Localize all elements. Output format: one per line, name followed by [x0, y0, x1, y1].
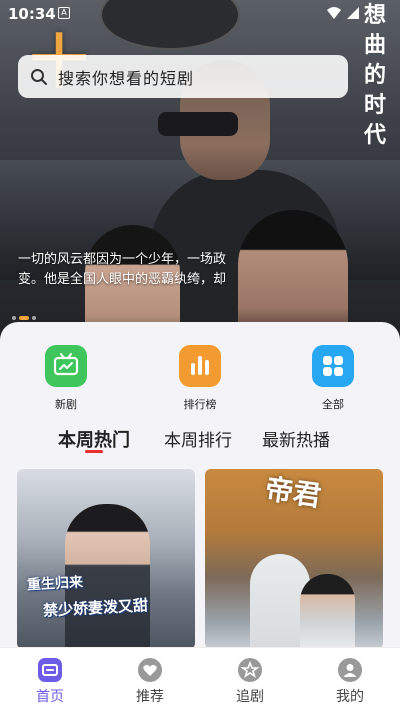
poster-title: 重生归来: [26, 574, 84, 594]
hero-title-char: 的: [363, 62, 386, 88]
nav-label: 我的: [336, 689, 364, 705]
carousel-dot-active: [19, 316, 29, 320]
quick-actions: 新剧 排行榜 全部: [0, 345, 400, 415]
bar-chart-icon: [179, 345, 221, 387]
signal-icon: [347, 7, 359, 19]
hero-description: 一切的风云都因为一个少年，一场政变。他是全国人眼中的恶霸纨绔，却: [18, 252, 227, 287]
tab-weekly-hot[interactable]: 本周热门: [58, 426, 130, 452]
star-icon: [238, 658, 262, 682]
nav-label: 首页: [36, 689, 64, 705]
drama-card[interactable]: 帝君: [205, 469, 383, 649]
search-bar[interactable]: 搜索你想看的短剧: [18, 55, 348, 98]
quick-action-new[interactable]: 新剧: [31, 345, 101, 412]
bottom-navigation: 首页 推荐 追剧 我的: [0, 647, 400, 711]
status-time: 10:34: [8, 5, 56, 23]
carousel-dot: [32, 316, 36, 320]
tab-weekly-ranking[interactable]: 本周排行: [164, 426, 232, 451]
quick-action-label: 全部: [322, 398, 344, 411]
poster-figure: [300, 574, 355, 649]
poster-title: 帝君: [263, 472, 324, 513]
drama-card[interactable]: 重生归来 禁少娇妻泼又甜: [17, 469, 195, 649]
nav-following[interactable]: 追剧: [220, 658, 280, 706]
status-icons: [326, 6, 360, 20]
notification-app-icon: A: [58, 7, 70, 19]
nav-label: 推荐: [136, 689, 164, 705]
search-placeholder: 搜索你想看的短剧: [58, 68, 195, 88]
quick-action-all[interactable]: 全部: [298, 345, 368, 412]
tv-icon: [45, 345, 87, 387]
status-bar: 10:34 A: [0, 0, 400, 28]
nav-home[interactable]: 首页: [20, 658, 80, 706]
section-tabs: 本周热门 本周排行 最新热播: [0, 422, 400, 462]
hero-banner[interactable]: 十 想 曲 的 时 代 一切的风云都因为一个少年，一场政变。他是全国人眼中的恶霸…: [0, 0, 400, 345]
wifi-icon: [327, 7, 341, 19]
grid-icon: [312, 345, 354, 387]
nav-recommend[interactable]: 推荐: [120, 658, 180, 706]
content-panel: 新剧 排行榜 全部 本周热门 本周排行 最新热播 重生归来 禁少娇妻泼又甜 帝君: [0, 322, 400, 649]
home-icon: [38, 658, 62, 682]
hero-title-char: 曲: [363, 32, 386, 58]
quick-action-label: 排行榜: [183, 398, 217, 411]
search-icon: [31, 68, 47, 85]
hero-figure-sunglasses: [158, 112, 238, 136]
hero-title-char: 代: [363, 122, 386, 148]
hero-title-char: 时: [363, 92, 386, 118]
user-icon: [338, 658, 362, 682]
tab-latest-hits[interactable]: 最新热播: [262, 426, 330, 451]
heart-icon: [138, 658, 162, 682]
quick-action-ranking[interactable]: 排行榜: [165, 345, 235, 412]
quick-action-label: 新剧: [55, 398, 77, 411]
nav-mine[interactable]: 我的: [320, 658, 380, 706]
carousel-indicator: [12, 316, 36, 320]
active-tab-indicator: [85, 450, 103, 453]
carousel-dot: [12, 316, 16, 320]
nav-label: 追剧: [236, 689, 264, 705]
